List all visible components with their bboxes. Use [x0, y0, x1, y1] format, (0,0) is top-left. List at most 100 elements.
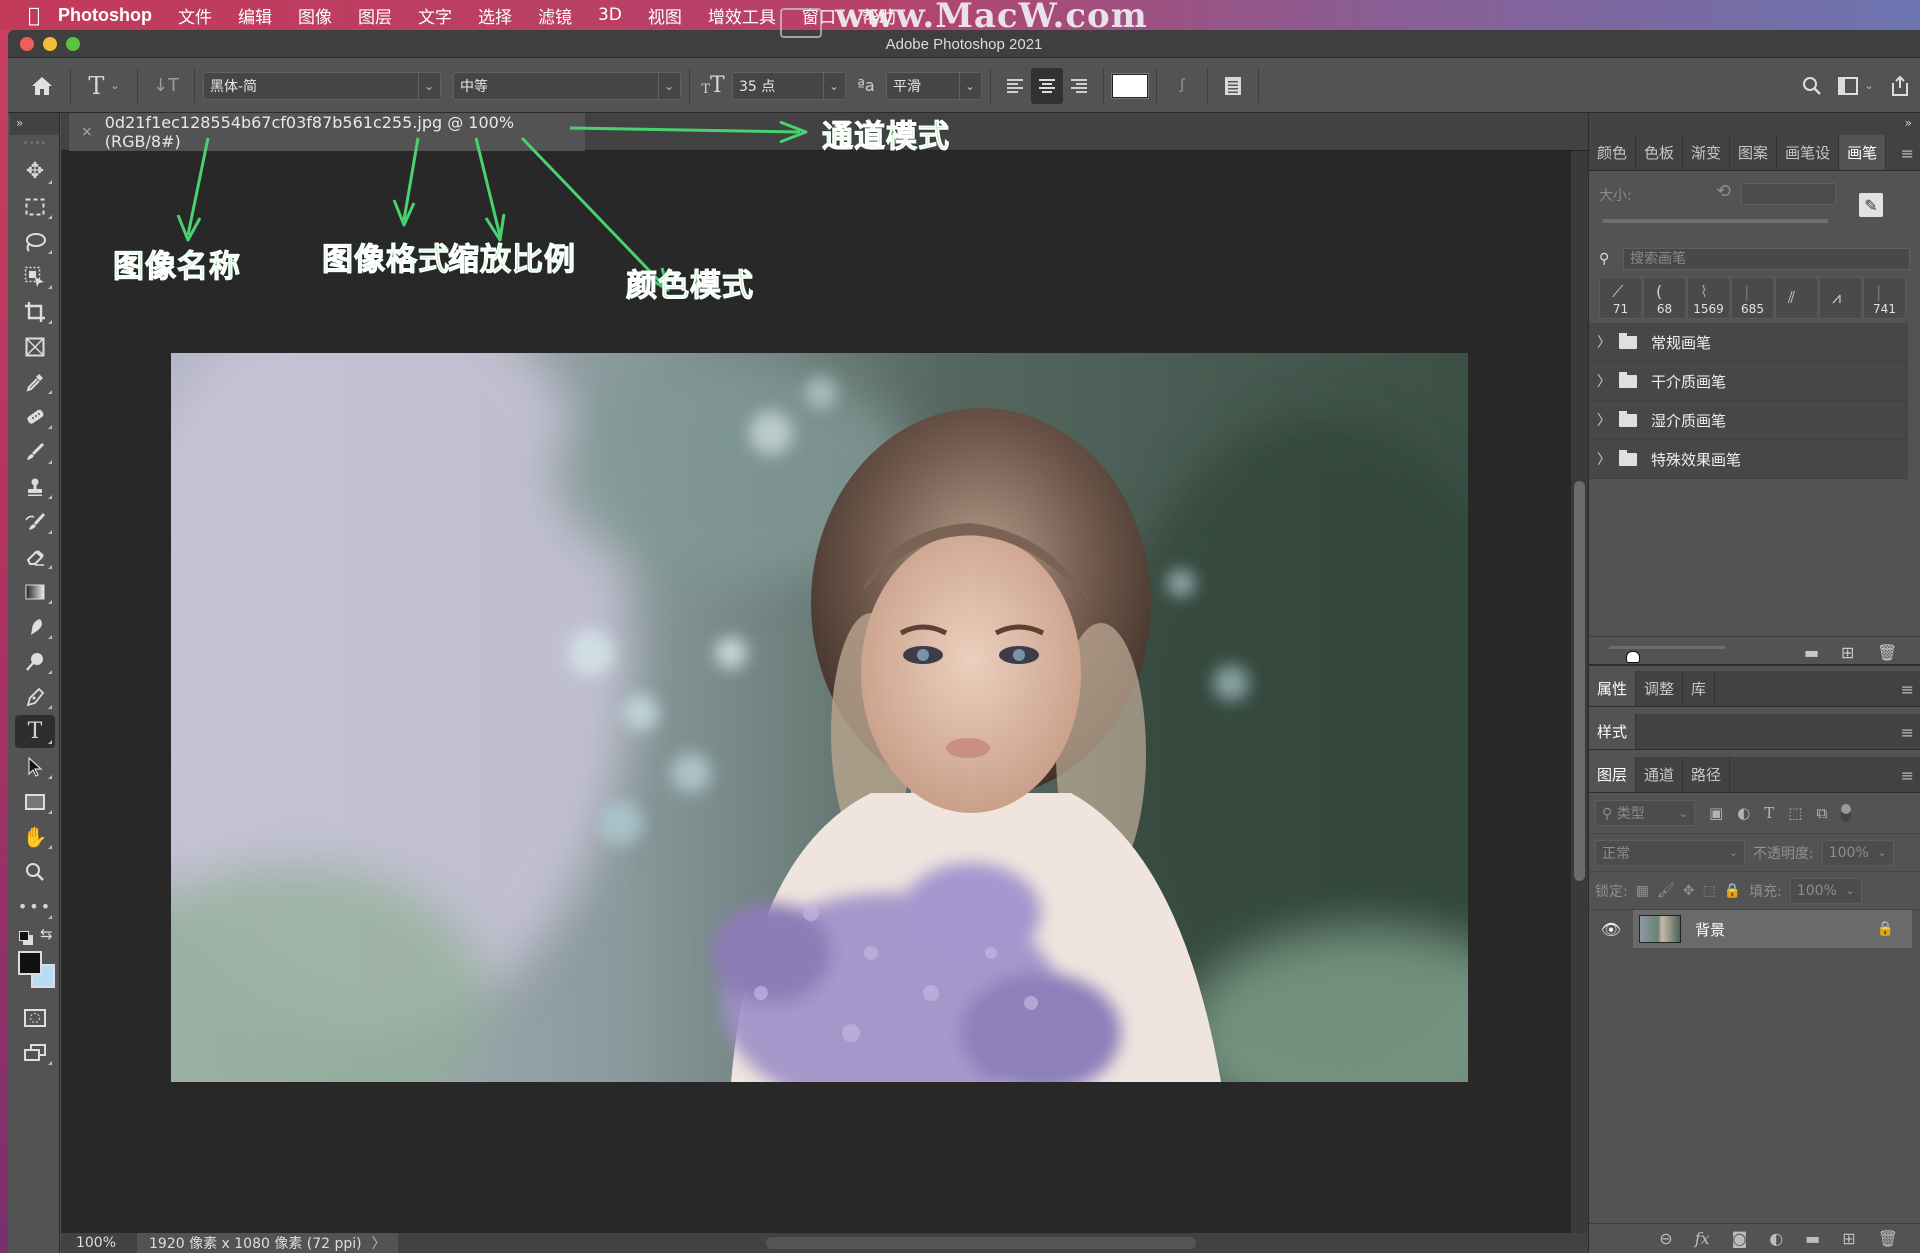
pen-tool[interactable] — [15, 680, 55, 713]
brush-size-input[interactable] — [1741, 183, 1836, 205]
brush-preset[interactable]: ⫽ — [1775, 277, 1818, 319]
delete-layer-icon[interactable]: 🗑 — [1878, 1229, 1898, 1248]
align-left-button[interactable] — [999, 68, 1031, 104]
preview-size-slider[interactable] — [1609, 646, 1725, 649]
search-button[interactable] — [1792, 68, 1832, 104]
tab-gradients[interactable]: 渐变 — [1683, 135, 1731, 170]
home-button[interactable] — [22, 68, 62, 104]
fill-input[interactable]: 100% ⌄ — [1789, 877, 1862, 904]
hand-tool[interactable]: ✋ — [15, 820, 55, 853]
filter-smart-object-icon[interactable]: ⧉ — [1816, 804, 1827, 822]
workspace-button[interactable]: ⌄ — [1832, 68, 1880, 104]
menu-3d[interactable]: 3D — [598, 5, 622, 25]
new-group-folder-icon[interactable]: ▬ — [1804, 643, 1819, 662]
panel-menu-icon[interactable]: ≡ — [1901, 766, 1914, 785]
new-brush-button[interactable]: ✎ — [1859, 193, 1883, 217]
lock-image-icon[interactable]: 🖌 — [1657, 883, 1675, 899]
font-family-select[interactable]: 黑体-简 ⌄ — [203, 71, 441, 100]
layer-body[interactable]: 背景 🔒 — [1633, 910, 1912, 948]
menu-image[interactable]: 图像 — [298, 3, 332, 28]
menu-layer[interactable]: 图层 — [358, 3, 392, 28]
new-brush-icon[interactable]: ⊞ — [1841, 643, 1854, 662]
lock-position-icon[interactable]: ✥ — [1683, 883, 1695, 899]
filter-type-icon[interactable]: T — [1764, 804, 1774, 822]
menu-edit[interactable]: 编辑 — [238, 3, 272, 28]
crop-tool[interactable] — [15, 295, 55, 328]
history-brush-tool[interactable] — [15, 505, 55, 538]
new-group-icon[interactable]: ▬ — [1805, 1229, 1820, 1248]
tool-preset-picker[interactable]: T ⌄ — [79, 68, 129, 104]
canvas-image[interactable] — [171, 353, 1468, 1082]
brush-group[interactable]: 〉特殊效果画笔 — [1589, 440, 1908, 479]
panel-menu-icon[interactable]: ≡ — [1901, 680, 1914, 699]
frame-tool[interactable] — [15, 330, 55, 363]
tab-patterns[interactable]: 图案 — [1730, 135, 1778, 170]
healing-brush-tool[interactable] — [15, 400, 55, 433]
close-document-icon[interactable]: × — [81, 124, 93, 140]
brush-preset[interactable]: | 685 — [1731, 277, 1774, 319]
apple-icon[interactable]:  — [28, 3, 58, 27]
document-tab[interactable]: × 0d21f1ec128554b67cf03f87b561c255.jpg @… — [69, 113, 585, 151]
edit-toolbar-button[interactable]: ••• — [15, 890, 55, 923]
menu-plugins[interactable]: 增效工具 — [708, 3, 776, 28]
menu-filter[interactable]: 滤镜 — [538, 3, 572, 28]
align-center-button[interactable] — [1031, 67, 1063, 104]
reset-icon[interactable]: ⟲ — [1716, 181, 1731, 202]
add-mask-icon[interactable]: ◙ — [1732, 1229, 1748, 1248]
toggle-text-orientation-button[interactable]: ↓T — [146, 68, 186, 104]
type-tool[interactable]: T — [15, 715, 55, 748]
tab-swatches[interactable]: 色板 — [1636, 135, 1684, 170]
tab-channels[interactable]: 通道 — [1636, 757, 1684, 792]
dodge-tool[interactable] — [15, 645, 55, 678]
quick-mask-button[interactable] — [15, 1001, 55, 1034]
filter-pixel-icon[interactable]: ▣ — [1709, 804, 1723, 822]
move-tool[interactable]: ✥ — [15, 155, 55, 188]
share-button[interactable] — [1880, 68, 1920, 104]
document-info[interactable]: 1920 像素 x 1080 像素 (72 ppi) 〉 — [137, 1233, 398, 1253]
brush-group[interactable]: 〉干介质画笔 — [1589, 362, 1908, 401]
tools-collapse-button[interactable]: » — [10, 113, 59, 135]
panel-menu-icon[interactable]: ≡ — [1901, 723, 1914, 742]
tab-paths[interactable]: 路径 — [1683, 757, 1731, 792]
tab-color[interactable]: 颜色 — [1589, 135, 1637, 170]
visibility-eye-icon[interactable]: 👁 — [1589, 920, 1633, 939]
vertical-scroll-thumb[interactable] — [1574, 481, 1585, 881]
tab-libraries[interactable]: 库 — [1683, 671, 1716, 706]
align-right-button[interactable] — [1063, 68, 1095, 104]
swap-colors-icon[interactable]: ⇆ — [40, 925, 53, 943]
warp-text-button[interactable]: ꭍ — [1165, 68, 1199, 104]
brush-preset[interactable]: (68 — [1643, 277, 1686, 319]
layer-row[interactable]: 👁 背景 🔒 — [1589, 910, 1920, 948]
tab-styles[interactable]: 样式 — [1589, 714, 1637, 749]
menu-app-name[interactable]: Photoshop — [58, 5, 152, 26]
menu-file[interactable]: 文件 — [178, 3, 212, 28]
vertical-scrollbar[interactable] — [1571, 151, 1588, 1233]
new-layer-icon[interactable]: ⊞ — [1842, 1229, 1855, 1248]
brush-search-input[interactable]: 搜索画笔 — [1623, 248, 1910, 270]
brush-preset[interactable]: ⌇ 1569 — [1687, 277, 1730, 319]
link-layers-icon[interactable]: ⊖ — [1659, 1229, 1672, 1248]
filter-shape-icon[interactable]: ⬚ — [1788, 804, 1802, 822]
brush-preset[interactable]: ⟋ 71 — [1599, 277, 1642, 319]
brush-group[interactable]: 〉湿介质画笔 — [1589, 401, 1908, 440]
eyedropper-tool[interactable] — [15, 365, 55, 398]
tab-brush-settings[interactable]: 画笔设 — [1777, 135, 1840, 170]
lasso-tool[interactable] — [15, 225, 55, 258]
filter-adjustment-icon[interactable]: ◐ — [1737, 804, 1750, 822]
text-color-swatch[interactable] — [1111, 72, 1149, 99]
brush-tool[interactable] — [15, 435, 55, 468]
horizontal-scroll-thumb[interactable] — [766, 1237, 1196, 1249]
rectangle-tool[interactable] — [15, 785, 55, 818]
clone-stamp-tool[interactable] — [15, 470, 55, 503]
blur-tool[interactable] — [15, 610, 55, 643]
adjustment-layer-icon[interactable]: ◐ — [1769, 1229, 1783, 1248]
font-size-select[interactable]: 35 点 ⌄ — [732, 71, 846, 100]
gradient-tool[interactable] — [15, 575, 55, 608]
preview-size-knob[interactable] — [1626, 651, 1640, 663]
tab-adjustments[interactable]: 调整 — [1636, 671, 1684, 706]
eraser-tool[interactable] — [15, 540, 55, 573]
trash-icon[interactable]: 🗑 — [1877, 643, 1897, 662]
character-panel-button[interactable] — [1216, 68, 1250, 104]
brush-size-slider[interactable] — [1603, 219, 1828, 223]
panel-collapse-button[interactable]: » — [1589, 113, 1920, 135]
